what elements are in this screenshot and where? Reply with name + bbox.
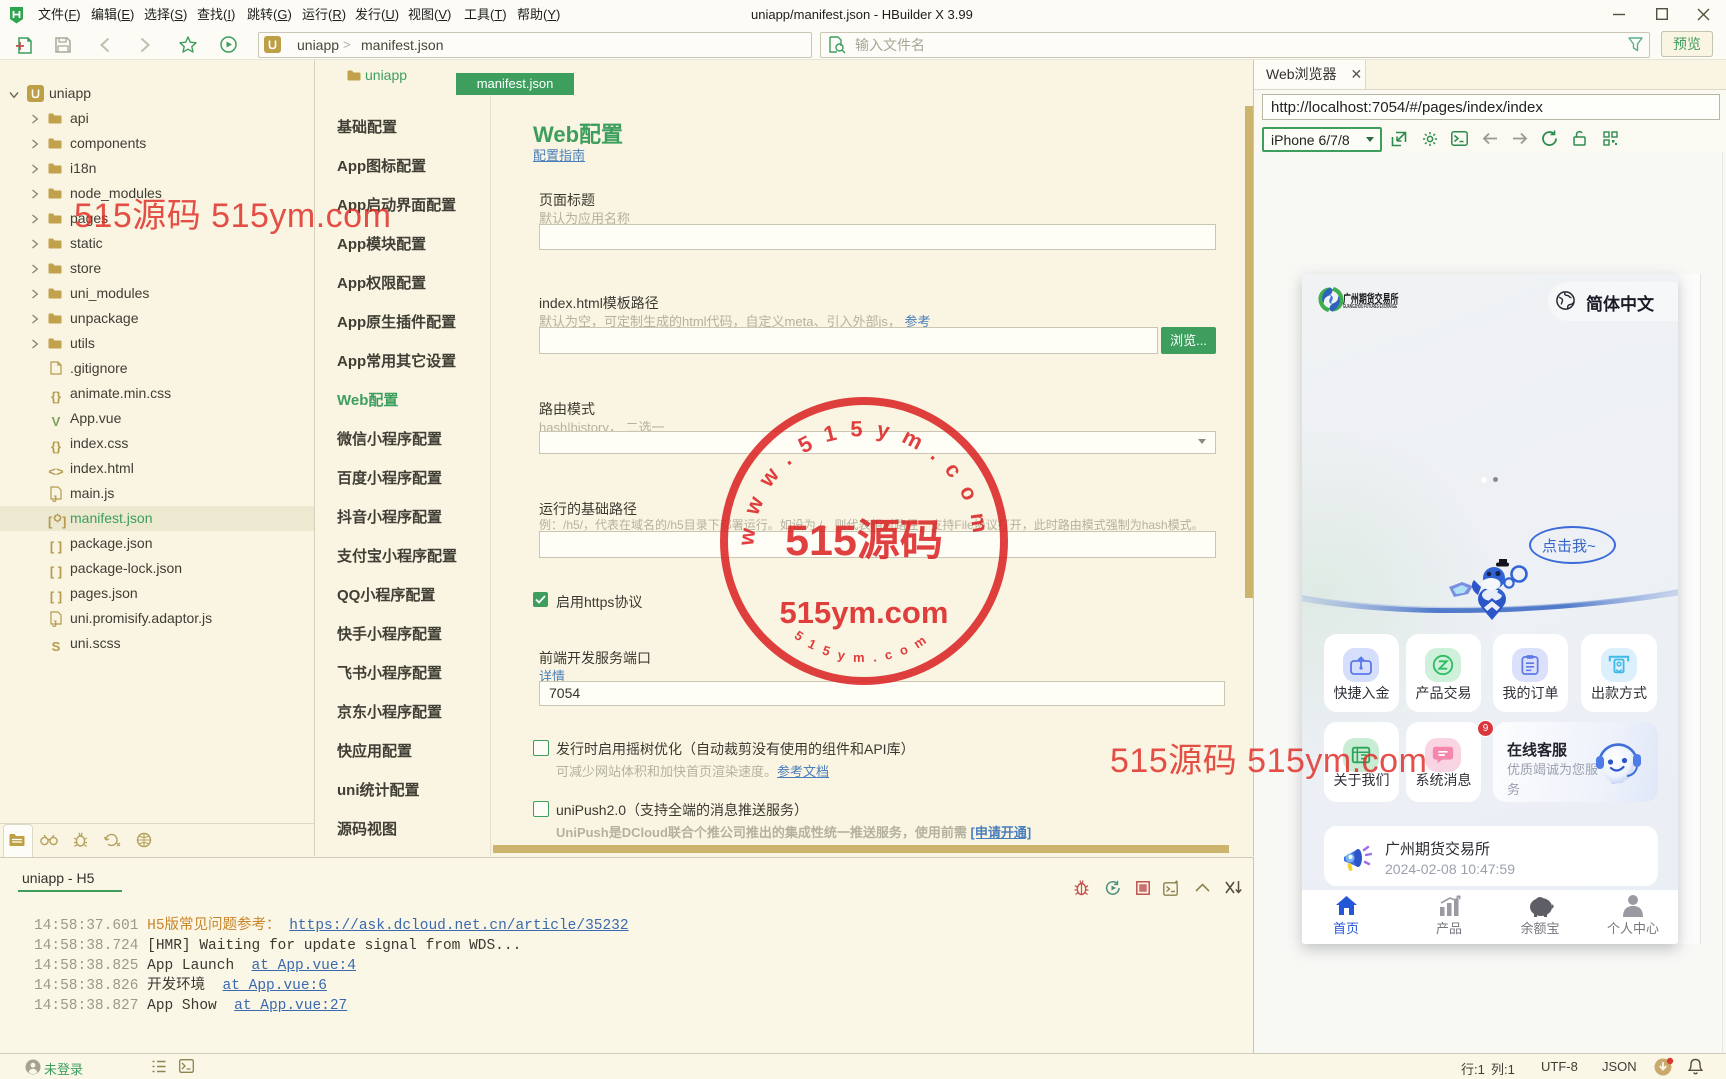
svg-text:515源码: 515源码 bbox=[785, 517, 943, 565]
svg-text:515ym.com: 515ym.com bbox=[792, 627, 936, 664]
svg-text:515ym.com: 515ym.com bbox=[780, 595, 949, 630]
